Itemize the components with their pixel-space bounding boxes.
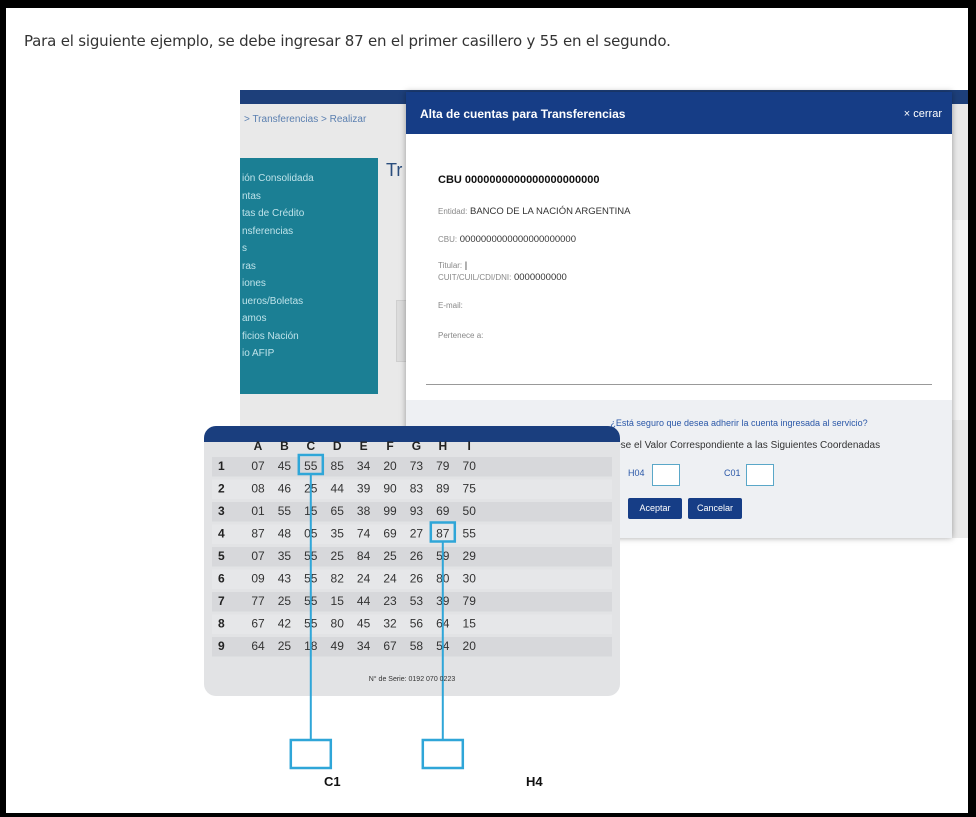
callout-box-c1 <box>289 738 333 770</box>
callout-lines <box>289 696 465 770</box>
tutorial-frame: Para el siguiente ejemplo, se debe ingre… <box>6 8 968 813</box>
callout-h4-label: H4 <box>526 774 543 789</box>
callout-box-h4 <box>421 738 465 770</box>
callout-c1-label: C1 <box>324 774 341 789</box>
